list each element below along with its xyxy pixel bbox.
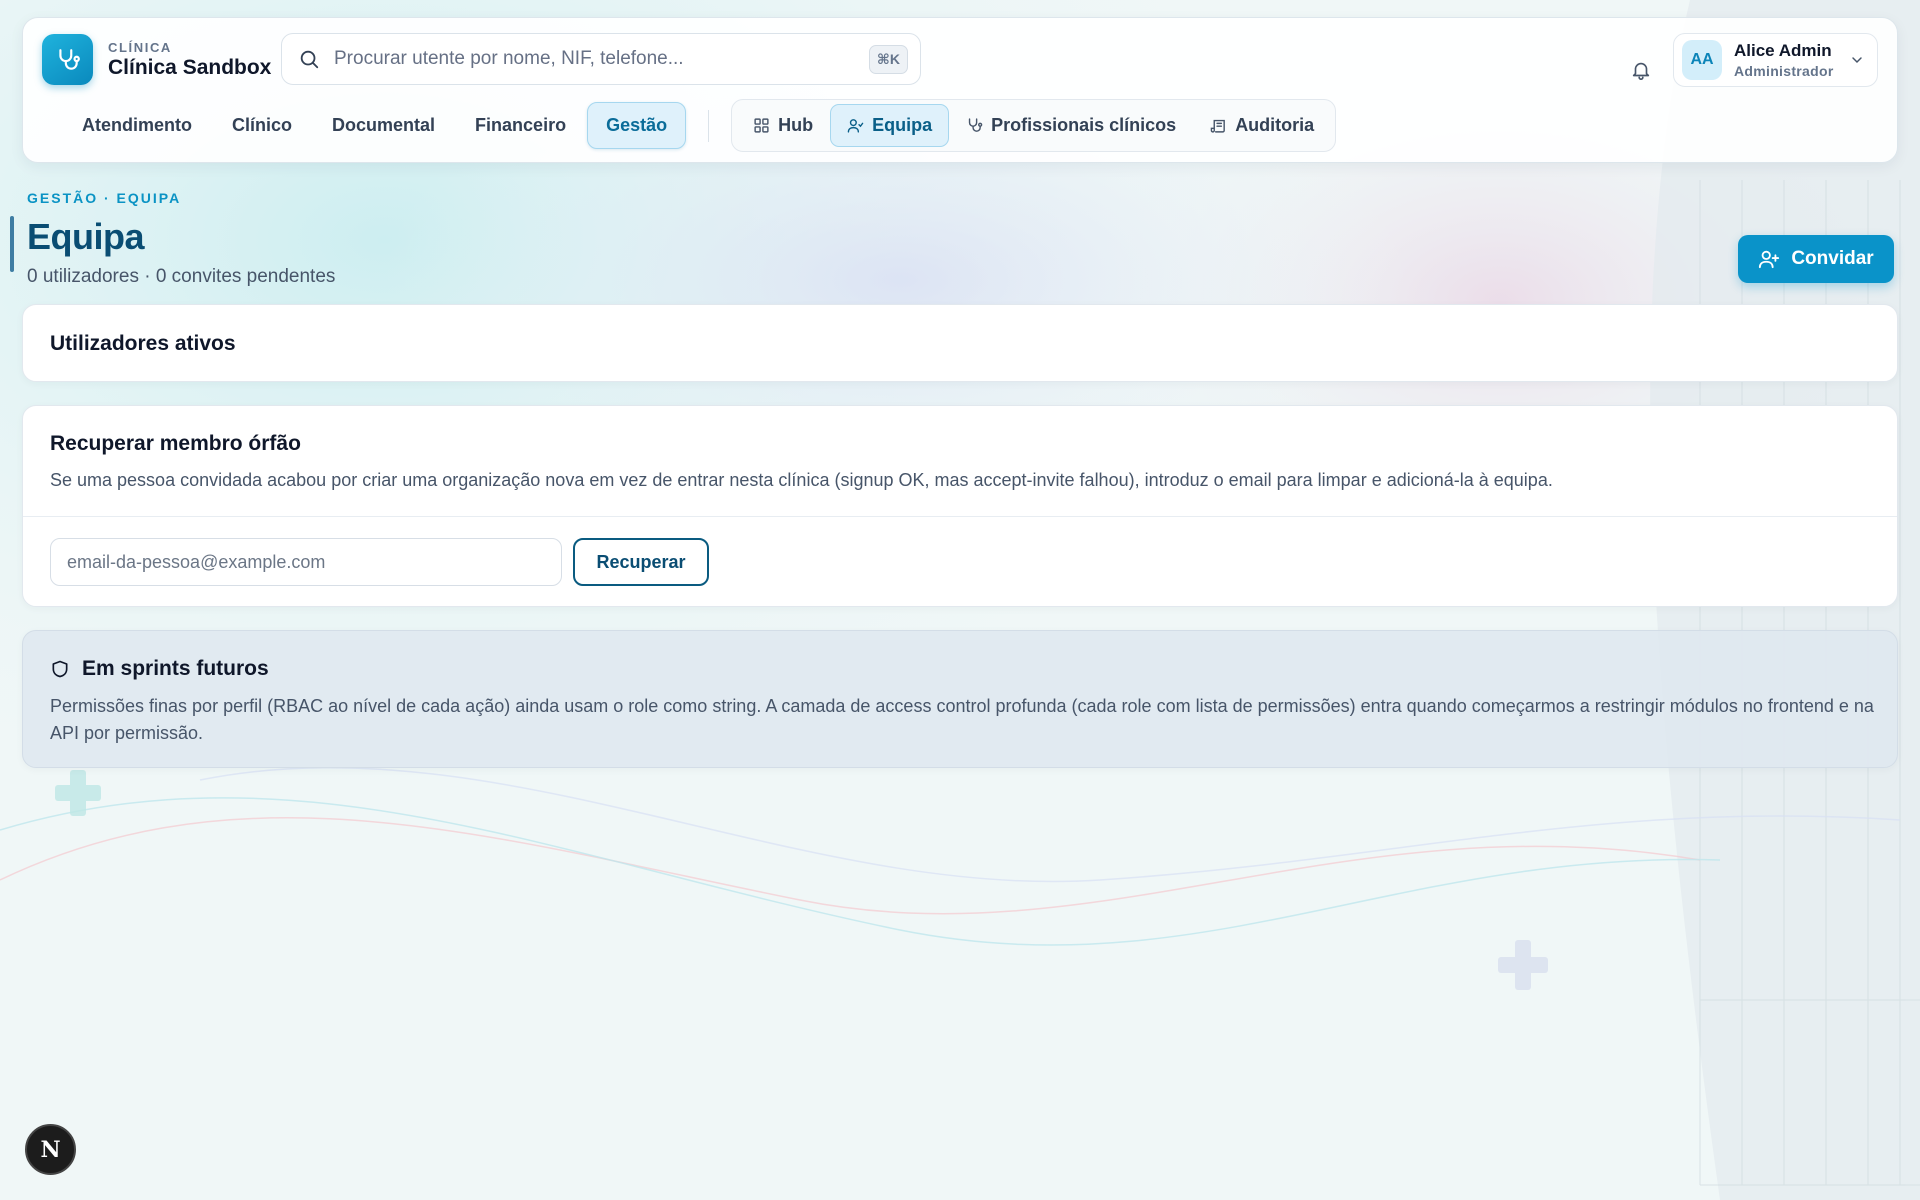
invite-button[interactable]: Convidar [1738,235,1894,283]
nav-item-documental[interactable]: Documental [313,102,454,149]
patient-search[interactable]: ⌘K [281,33,921,85]
nav-item-atendimento[interactable]: Atendimento [63,102,211,149]
recover-orphan-title: Recuperar membro órfão [50,432,301,455]
recover-button[interactable]: Recuperar [573,538,709,586]
page-header: GESTÃO · EQUIPA Equipa 0 utilizadores · … [27,190,335,288]
subnav-item-label: Equipa [872,115,933,135]
user-icon [847,119,864,133]
future-sprints-title: Em sprints futuros [82,657,269,680]
stethoscope-icon [968,118,983,132]
search-shortcut-badge: ⌘K [868,44,908,74]
page-title: Equipa [27,216,145,257]
subnav-item-equipa[interactable]: Equipa [830,104,950,147]
dev-tools-badge[interactable]: N [25,1124,76,1175]
subnav-item-label: Hub [778,115,814,135]
user-role: Administrador [1734,63,1834,79]
subnav-item-label: Auditoria [1235,115,1315,135]
active-users-title: Utilizadores ativos [50,332,236,355]
top-navigation-bar: CLÍNICA Clínica Sandbox ⌘K AA Alice Admi… [22,17,1898,163]
bell-icon [1632,62,1650,80]
scroll-icon [1210,119,1226,133]
user-menu[interactable]: AA Alice Admin Administrador [1673,33,1878,87]
subnav-item-profissionais[interactable]: Profissionais clínicos [949,104,1193,147]
nav-divider [708,109,710,142]
search-input[interactable] [334,48,869,70]
recover-orphan-card: Recuperar membro órfão Se uma pessoa con… [22,405,1898,607]
subnav-item-auditoria[interactable]: Auditoria [1193,104,1331,147]
brand[interactable]: CLÍNICA Clínica Sandbox [42,34,271,85]
main-navigation: Atendimento Clínico Documental Financeir… [63,99,1337,152]
subnav-item-hub[interactable]: Hub [736,104,830,147]
stethoscope-logo-icon [42,34,93,85]
invite-button-label: Convidar [1791,248,1874,269]
search-icon [300,50,319,69]
user-name: Alice Admin [1734,41,1832,60]
chevron-down-icon [1852,57,1862,64]
grid-icon [754,118,769,133]
page-subtitle: 0 utilizadores · 0 convites pendentes [27,266,336,287]
subnav-item-label: Profissionais clínicos [991,115,1177,135]
future-sprints-notice: Em sprints futuros Permissões finas por … [22,630,1898,768]
card-divider [23,516,1897,517]
nav-item-gestao[interactable]: Gestão [587,102,687,149]
recover-orphan-description: Se uma pessoa convidada acabou por criar… [50,470,1553,490]
user-plus-icon [1759,250,1780,269]
nav-item-clinico[interactable]: Clínico [213,102,311,149]
email-field[interactable] [50,538,562,586]
gestao-subnavigation: Hub Equipa Profissionais clínicos Audito… [731,99,1337,152]
shield-icon [52,660,68,678]
brand-kicker: CLÍNICA [108,39,172,55]
future-sprints-text: Permissões finas por perfil (RBAC ao nív… [50,696,1874,743]
breadcrumb: GESTÃO · EQUIPA [27,190,182,206]
active-users-card: Utilizadores ativos [22,304,1898,382]
nav-item-financeiro[interactable]: Financeiro [456,102,585,149]
page-header-accent [10,216,14,272]
avatar: AA [1682,40,1722,80]
brand-name: Clínica Sandbox [108,55,272,79]
notifications-button[interactable] [1623,52,1659,88]
